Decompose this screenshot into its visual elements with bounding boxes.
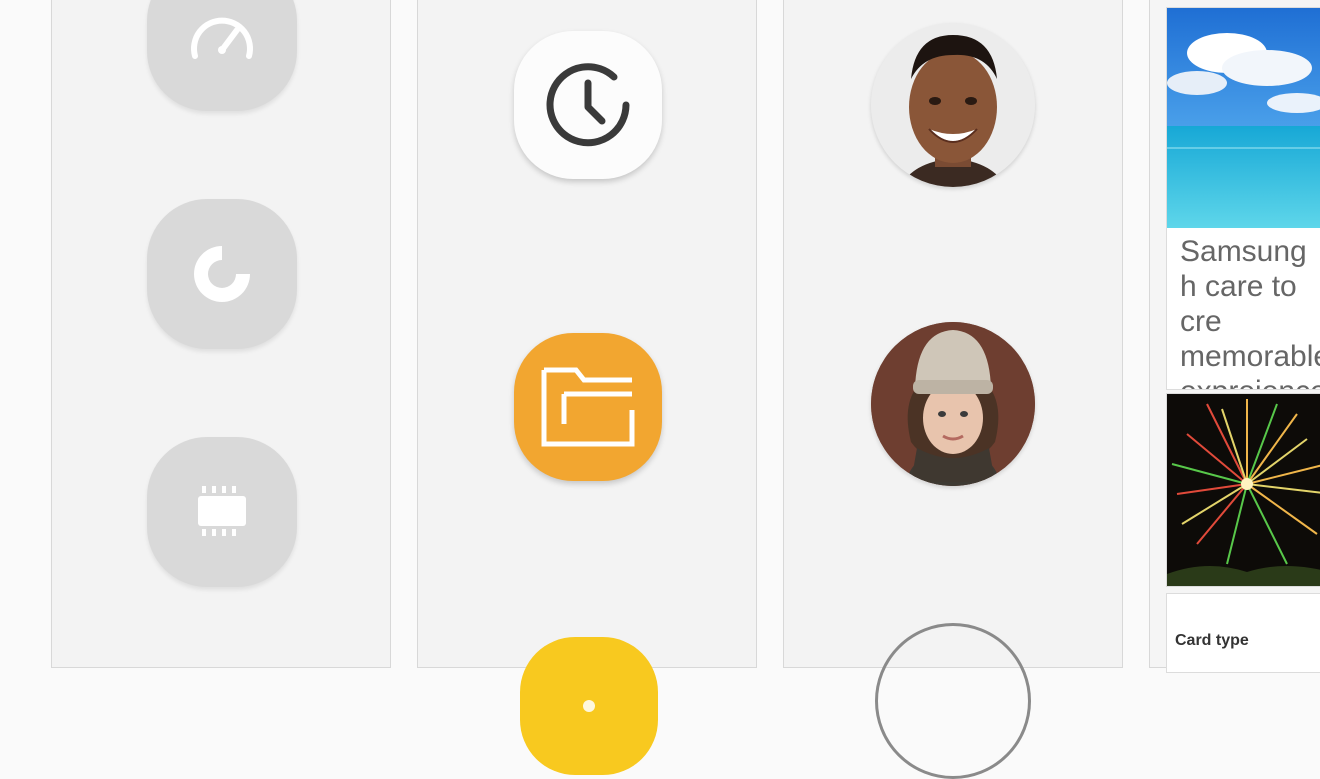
empty-avatar-ring[interactable] [875,623,1031,779]
my-files-app-button[interactable] [514,333,662,481]
woman-knit-hat-avatar[interactable] [871,322,1035,486]
card-type-label: Card type [1175,632,1249,649]
icon-column-grey [51,0,391,668]
memory-chip-icon [198,486,246,536]
folder-icon [541,367,635,447]
speedometer-icon [191,17,253,59]
icon-column-apps [417,0,757,775]
yellow-app-icon [583,700,595,712]
storage-pie-icon [194,246,250,302]
fireworks-card[interactable] [1166,393,1320,587]
avatar-column [783,0,1123,779]
fireworks-photo [1167,394,1320,586]
ocean-beach-photo [1167,8,1320,228]
card-type-card[interactable]: Card type [1166,593,1320,673]
clock-app-button[interactable] [514,31,662,179]
speedometer-icon-button[interactable] [147,0,297,111]
clock-icon [546,63,630,147]
storage-icon-button[interactable] [147,199,297,349]
yellow-app-button[interactable] [520,637,658,775]
image-text-card[interactable]: Samsung h care to cre memorable expreien… [1166,7,1320,390]
card-column: Samsung h care to cre memorable expreien… [1149,0,1320,673]
card-description-text: Samsung h care to cre memorable expreien… [1180,235,1320,389]
smiling-man-avatar[interactable] [871,23,1035,187]
memory-icon-button[interactable] [147,437,297,587]
